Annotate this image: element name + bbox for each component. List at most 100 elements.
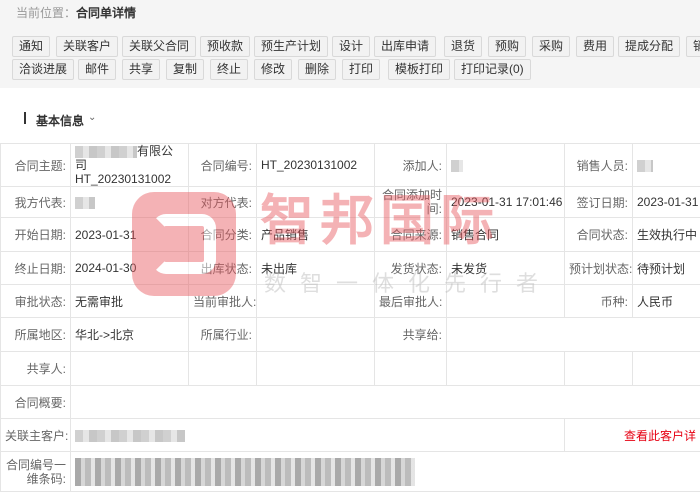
field-value-sign-date: 2023-01-31 <box>632 186 700 218</box>
breadcrumb: 当前位置：合同单详情 <box>16 4 136 21</box>
print-button[interactable]: 打印 <box>342 59 381 80</box>
basic-info-table: 合同主题: 有限公司 HT_20230131002 合同编号: HT_202301… <box>0 143 700 492</box>
field-label: 审批状态: <box>0 284 71 318</box>
delete-button[interactable]: 删除 <box>298 59 337 80</box>
field-value-main-customer <box>70 418 565 452</box>
field-label: 对方代表: <box>188 186 257 218</box>
field-value-creator <box>446 143 565 187</box>
field-label: 合同编号: <box>188 143 257 187</box>
view-customer-link[interactable]: 查看此客户详 <box>564 418 700 452</box>
field-value-contract-no: HT_20230131002 <box>256 143 375 187</box>
field-value-industry <box>256 317 375 352</box>
field-label: 签订日期: <box>564 186 633 218</box>
field-value-shared-to <box>446 317 700 352</box>
field-label: 币种: <box>564 284 633 318</box>
field-label: 添加人: <box>374 143 447 187</box>
link-customer-button[interactable]: 关联客户 <box>56 36 119 57</box>
table-row: 共享人: <box>0 351 700 386</box>
sales-button[interactable]: 销 <box>686 36 700 57</box>
section-marker <box>24 112 26 124</box>
field-value-category: 产品销售 <box>256 217 375 252</box>
empty-cell <box>632 351 700 386</box>
table-row: 合同编号一维条码: <box>0 451 700 492</box>
design-button[interactable]: 设计 <box>332 36 371 57</box>
field-label: 发货状态: <box>374 251 447 285</box>
field-label: 所属地区: <box>0 317 71 352</box>
breadcrumb-bar: 当前位置：合同单详情 <box>0 0 700 26</box>
share-button[interactable]: 共享 <box>122 59 161 80</box>
field-label: 当前审批人: <box>188 284 257 318</box>
field-label: 合同编号一维条码: <box>0 451 71 492</box>
table-row: 我方代表: 对方代表: 合同添加时间: 2023-01-31 17:01:46 … <box>0 186 700 218</box>
notify-button[interactable]: 通知 <box>12 36 51 57</box>
expense-button[interactable]: 费用 <box>576 36 615 57</box>
field-label: 合同来源: <box>374 217 447 252</box>
field-label: 我方代表: <box>0 186 71 218</box>
field-label: 出库状态: <box>188 251 257 285</box>
field-value-approval-status: 无需审批 <box>70 284 189 318</box>
advance-receipt-button[interactable]: 预收款 <box>200 36 251 57</box>
commission-allocation-button[interactable]: 提成分配 <box>618 36 681 57</box>
field-value-sales-person <box>632 143 700 187</box>
field-label: 销售人员: <box>564 143 633 187</box>
empty-cell <box>188 351 257 386</box>
field-label: 终止日期: <box>0 251 71 285</box>
edit-button[interactable]: 修改 <box>254 59 293 80</box>
field-label: 合同概要: <box>0 385 71 419</box>
table-row: 关联主客户: 查看此客户详 <box>0 418 700 452</box>
action-toolbar: 通知 关联客户 关联父合同 预收款 预生产计划 设计 出库申请 退货 预购 采购… <box>0 26 700 88</box>
purchase-button[interactable]: 采购 <box>532 36 571 57</box>
subject-line2: HT_20230131002 <box>75 172 172 186</box>
field-value-outbound-status: 未出库 <box>256 251 375 285</box>
field-value-their-rep <box>256 186 375 218</box>
field-value-sharer <box>70 351 189 386</box>
return-button[interactable]: 退货 <box>444 36 483 57</box>
field-label: 共享人: <box>0 351 71 386</box>
field-label: 所属行业: <box>188 317 257 352</box>
empty-cell <box>564 351 633 386</box>
field-value-our-rep <box>70 186 189 218</box>
field-value-subject: 有限公司 HT_20230131002 <box>70 143 189 187</box>
empty-cell <box>446 351 565 386</box>
chevron-down-icon[interactable]: ⌄ <box>88 112 96 123</box>
table-row: 合同概要: <box>0 385 700 419</box>
field-value-plan-status: 待预计划 <box>632 251 700 285</box>
field-label: 合同分类: <box>188 217 257 252</box>
email-button[interactable]: 邮件 <box>78 59 117 80</box>
field-label: 共享给: <box>374 317 447 352</box>
template-print-button[interactable]: 模板打印 <box>388 59 451 80</box>
section-title: 基本信息 <box>36 114 85 128</box>
field-value-overview <box>70 385 700 419</box>
breadcrumb-current: 合同单详情 <box>76 6 137 20</box>
outbound-request-button[interactable]: 出库申请 <box>374 36 437 57</box>
negotiation-progress-button[interactable]: 洽谈进展 <box>12 59 75 80</box>
empty-cell <box>256 351 375 386</box>
field-value-region: 华北->北京 <box>70 317 189 352</box>
field-value-source: 销售合同 <box>446 217 565 252</box>
table-row: 终止日期: 2024-01-30 出库状态: 未出库 发货状态: 未发货 预计划… <box>0 251 700 285</box>
copy-button[interactable]: 复制 <box>166 59 205 80</box>
table-row: 所属地区: 华北->北京 所属行业: 共享给: <box>0 317 700 352</box>
field-value-status: 生效执行中 <box>632 217 700 252</box>
table-row: 审批状态: 无需审批 当前审批人: 最后审批人: 币种: 人民币 <box>0 284 700 318</box>
field-label: 关联主客户: <box>0 418 71 452</box>
pre-production-plan-button[interactable]: 预生产计划 <box>254 36 329 57</box>
field-value-start-date: 2023-01-31 <box>70 217 189 252</box>
empty-cell <box>374 351 447 386</box>
breadcrumb-prefix: 当前位置： <box>16 6 77 20</box>
field-value-currency: 人民币 <box>632 284 700 318</box>
field-label: 开始日期: <box>0 217 71 252</box>
barcode-image <box>70 451 700 492</box>
field-label: 合同状态: <box>564 217 633 252</box>
pre-purchase-button[interactable]: 预购 <box>488 36 527 57</box>
table-row: 合同主题: 有限公司 HT_20230131002 合同编号: HT_202301… <box>0 143 700 187</box>
field-label: 预计划状态: <box>564 251 633 285</box>
link-parent-contract-button[interactable]: 关联父合同 <box>122 36 197 57</box>
terminate-button[interactable]: 终止 <box>210 59 249 80</box>
table-row: 开始日期: 2023-01-31 合同分类: 产品销售 合同来源: 销售合同 合… <box>0 217 700 252</box>
field-label: 最后审批人: <box>374 284 447 318</box>
field-value-end-date: 2024-01-30 <box>70 251 189 285</box>
view-customer-link-text[interactable]: 查看此客户详 <box>624 429 696 443</box>
print-records-button[interactable]: 打印记录(0) <box>454 59 531 80</box>
field-label: 合同主题: <box>0 143 71 187</box>
